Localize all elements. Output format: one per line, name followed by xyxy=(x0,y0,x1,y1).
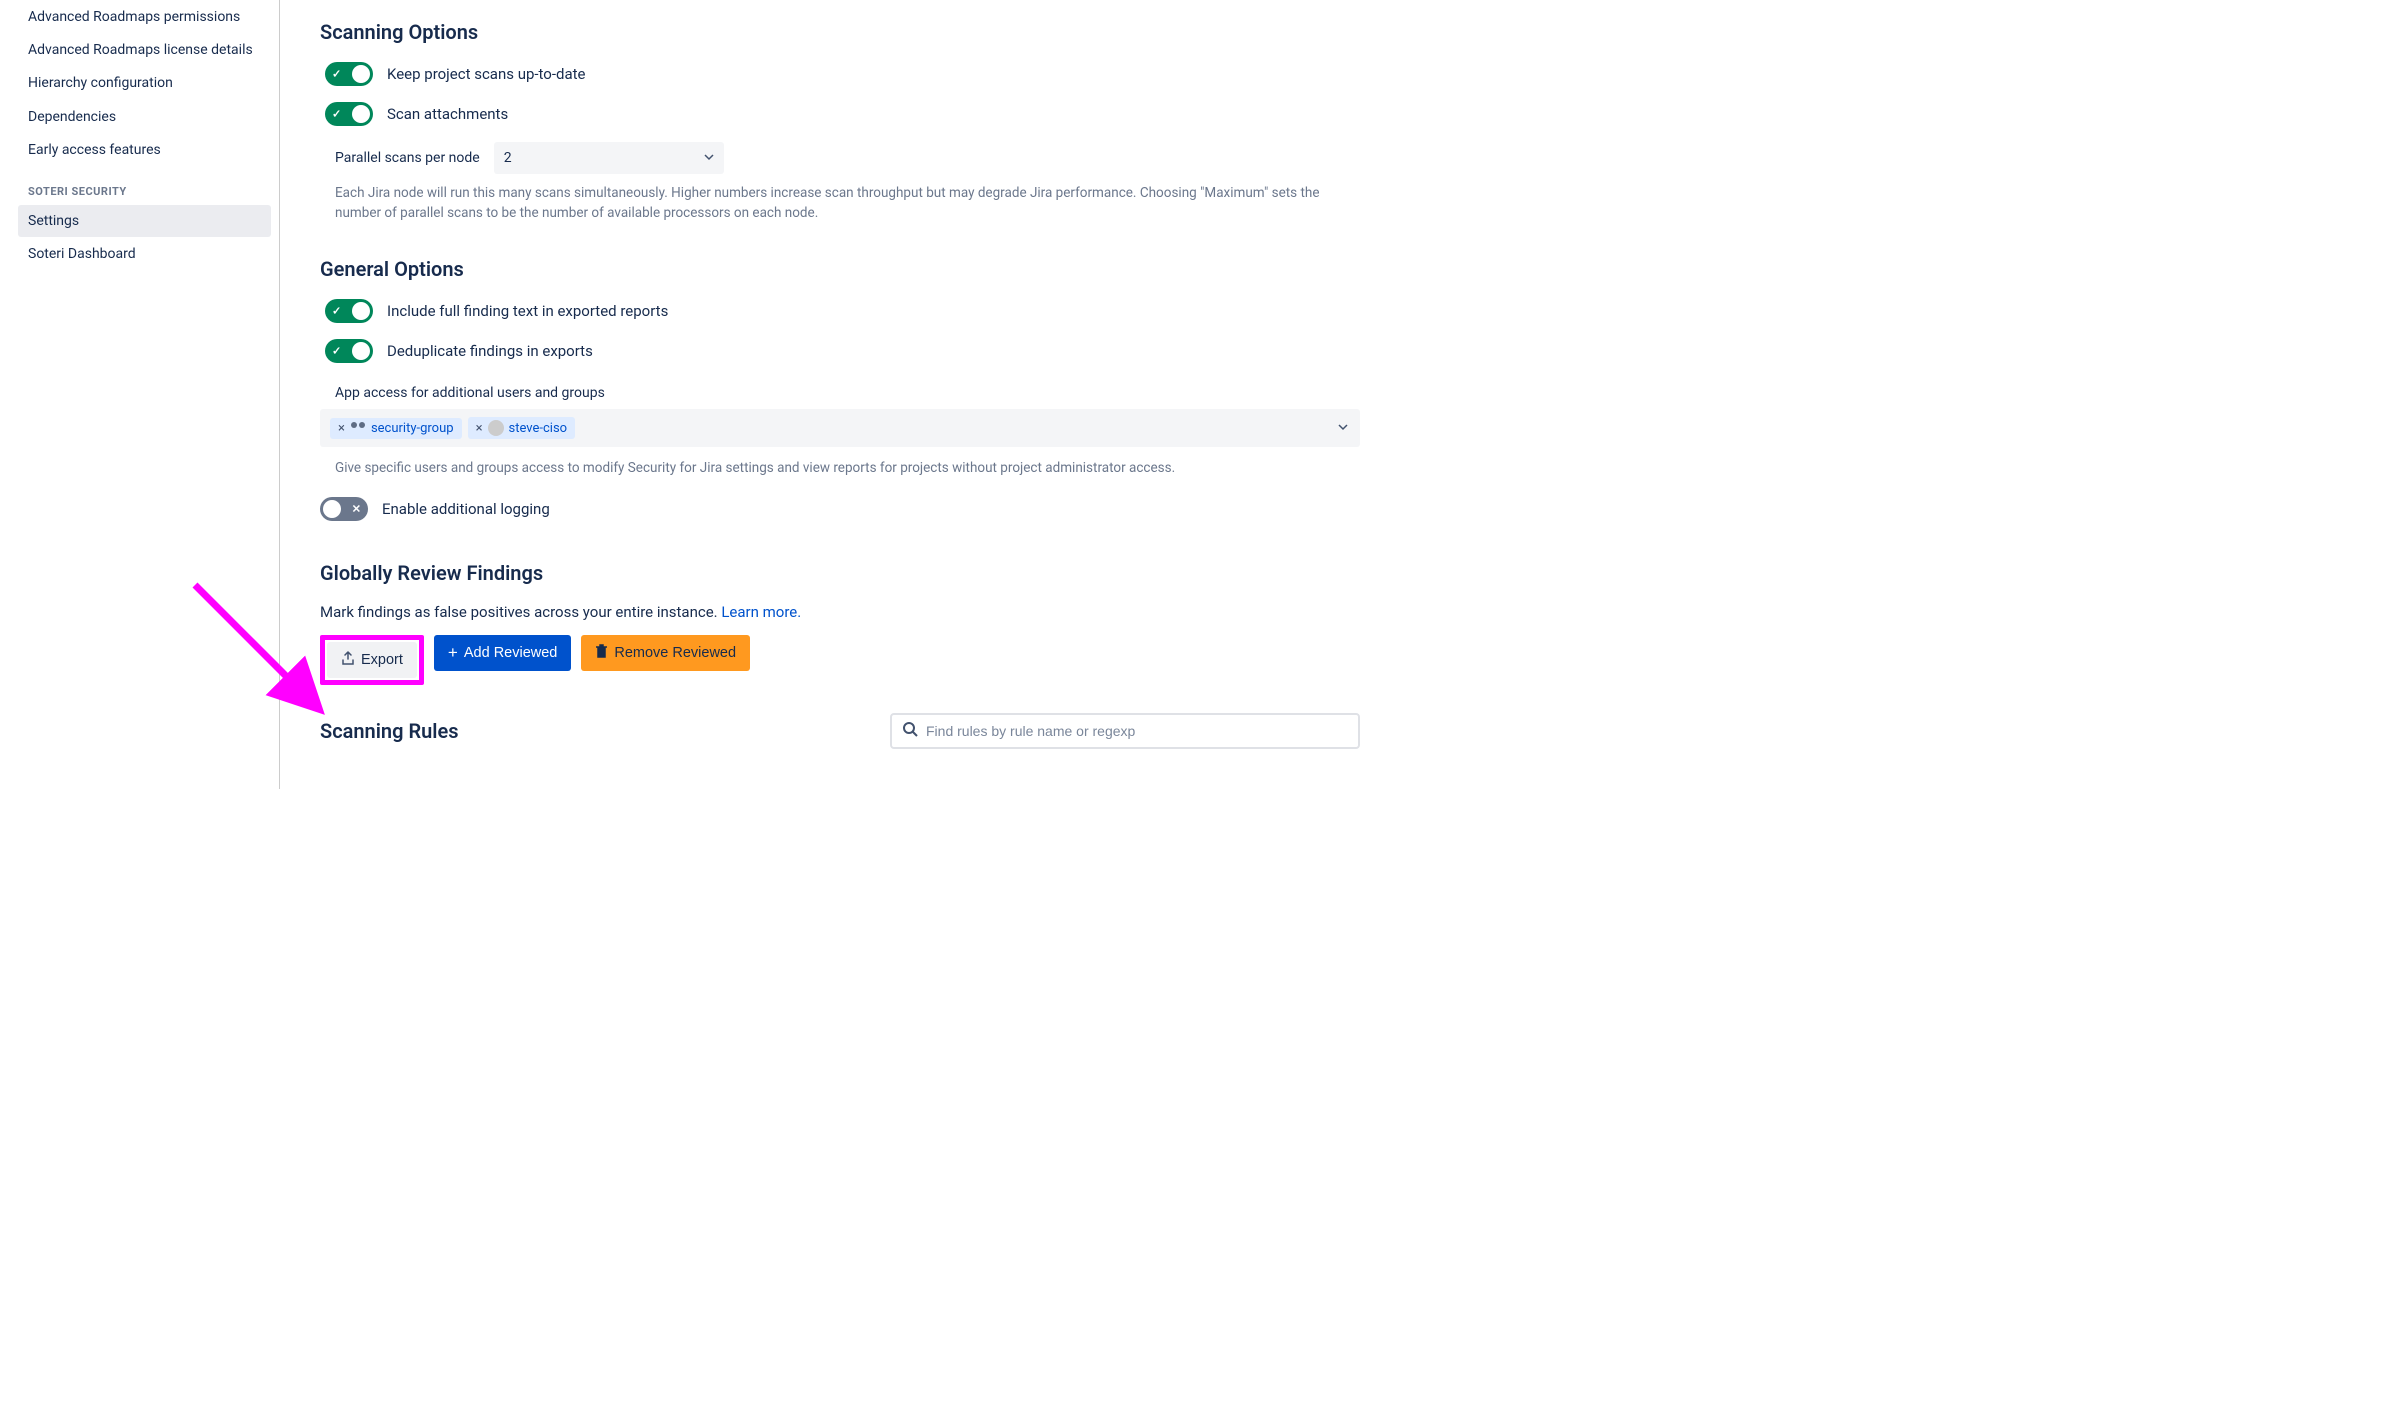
check-icon: ✓ xyxy=(332,346,341,357)
toggle-logging[interactable]: ✕ xyxy=(320,497,368,521)
sidebar-item-ar-license[interactable]: Advanced Roadmaps license details xyxy=(18,34,271,66)
access-help: Give specific users and groups access to… xyxy=(320,459,1360,479)
scanning-rules-heading: Scanning Rules xyxy=(320,719,459,743)
avatar-icon xyxy=(488,420,504,436)
check-icon: ✓ xyxy=(332,109,341,120)
label-scan-attachments: Scan attachments xyxy=(387,105,508,123)
rules-search-input[interactable] xyxy=(926,723,1348,739)
search-icon xyxy=(902,721,918,741)
add-reviewed-button[interactable]: + Add Reviewed xyxy=(434,635,571,671)
check-icon: ✓ xyxy=(332,69,341,80)
access-tags-field[interactable]: × security-group × steve-ciso xyxy=(320,409,1360,447)
chevron-down-icon xyxy=(1338,420,1348,436)
sidebar-item-settings[interactable]: Settings xyxy=(18,205,271,237)
sidebar-item-ar-permissions[interactable]: Advanced Roadmaps permissions xyxy=(18,1,271,33)
plus-icon: + xyxy=(448,643,458,663)
annotation-highlight: Export xyxy=(320,635,424,685)
toggle-dedup[interactable]: ✓ xyxy=(325,339,373,363)
access-label: App access for additional users and grou… xyxy=(335,385,1360,401)
label-full-text: Include full finding text in exported re… xyxy=(387,302,668,320)
access-tag-user[interactable]: × steve-ciso xyxy=(468,417,576,439)
general-options-heading: General Options xyxy=(320,257,1360,281)
learn-more-link[interactable]: Learn more. xyxy=(721,603,801,621)
toggle-full-text[interactable]: ✓ xyxy=(325,299,373,323)
x-icon: ✕ xyxy=(352,503,361,514)
parallel-scans-label: Parallel scans per node xyxy=(335,150,480,166)
add-reviewed-label: Add Reviewed xyxy=(464,645,558,661)
group-icon xyxy=(350,422,366,434)
access-tag-group[interactable]: × security-group xyxy=(330,418,462,439)
remove-reviewed-label: Remove Reviewed xyxy=(614,645,736,661)
parallel-scans-value: 2 xyxy=(504,150,512,166)
label-logging: Enable additional logging xyxy=(382,500,550,518)
sidebar-item-dependencies[interactable]: Dependencies xyxy=(18,101,271,133)
scanning-options-heading: Scanning Options xyxy=(320,20,1360,44)
toggle-scan-attachments[interactable]: ✓ xyxy=(325,102,373,126)
rules-search-box[interactable] xyxy=(890,713,1360,749)
tag-label: security-group xyxy=(371,421,454,436)
remove-reviewed-button[interactable]: Remove Reviewed xyxy=(581,635,750,671)
main-content: Scanning Options ✓ Keep project scans up… xyxy=(280,0,1400,789)
chevron-down-icon xyxy=(704,150,714,166)
export-icon xyxy=(341,651,355,669)
export-label: Export xyxy=(361,652,403,668)
parallel-scans-select[interactable]: 2 xyxy=(494,142,724,174)
sidebar-item-hierarchy[interactable]: Hierarchy configuration xyxy=(18,67,271,99)
label-keep-uptodate: Keep project scans up-to-date xyxy=(387,65,586,83)
sidebar-section-heading: SOTERI SECURITY xyxy=(18,167,271,204)
sidebar: Advanced Roadmaps permissions Advanced R… xyxy=(0,0,280,789)
remove-tag-icon[interactable]: × xyxy=(476,421,483,436)
tag-label: steve-ciso xyxy=(509,421,568,436)
review-findings-subtext: Mark findings as false positives across … xyxy=(320,603,1360,621)
check-icon: ✓ xyxy=(332,306,341,317)
review-findings-heading: Globally Review Findings xyxy=(320,561,1360,585)
trash-icon xyxy=(595,644,608,662)
parallel-scans-help: Each Jira node will run this many scans … xyxy=(320,184,1360,223)
export-button[interactable]: Export xyxy=(327,642,417,678)
toggle-keep-uptodate[interactable]: ✓ xyxy=(325,62,373,86)
sidebar-item-early-access[interactable]: Early access features xyxy=(18,134,271,166)
remove-tag-icon[interactable]: × xyxy=(338,421,345,436)
label-dedup: Deduplicate findings in exports xyxy=(387,342,593,360)
sidebar-item-dashboard[interactable]: Soteri Dashboard xyxy=(18,238,271,270)
